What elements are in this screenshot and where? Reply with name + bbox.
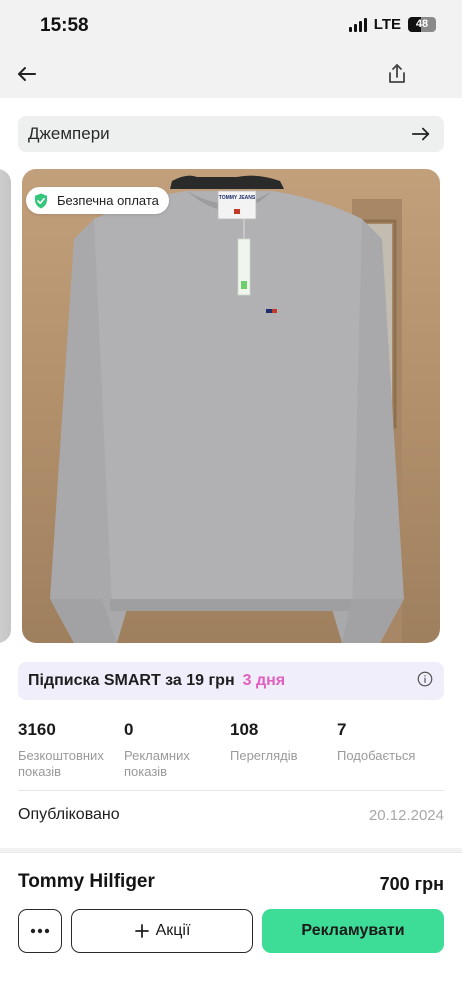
status-bar: 15:58 LTE 48	[0, 0, 462, 52]
safe-payment-label: Безпечна оплата	[57, 193, 159, 208]
photo-gallery[interactable]: TOMMY JEANS	[0, 169, 462, 644]
smart-subscription-days: 3 дня	[242, 672, 286, 689]
promotions-label: Акції	[155, 922, 191, 939]
more-horizontal-icon	[30, 928, 50, 934]
top-navigation	[0, 52, 462, 98]
advertise-button[interactable]: Рекламувати	[262, 909, 444, 953]
advertise-label: Рекламувати	[301, 922, 405, 939]
plus-icon	[134, 924, 149, 938]
info-icon	[417, 671, 433, 686]
battery-icon: 48	[408, 17, 436, 32]
stat-likes: 7 Подобається	[337, 720, 437, 764]
product-photo[interactable]: TOMMY JEANS	[22, 169, 440, 643]
brand-tag-text: TOMMY JEANS	[218, 195, 256, 201]
back-button[interactable]	[10, 57, 44, 91]
published-row: Опубліковано 20.12.2024	[18, 806, 444, 824]
sweater-image	[50, 175, 404, 643]
arrow-right-icon	[411, 127, 430, 141]
share-icon	[389, 64, 405, 83]
stat-free-impressions: 3160 Безкоштовних показів	[18, 720, 118, 780]
category-link[interactable]: Джемпери	[18, 116, 444, 152]
stat-label: Подобається	[337, 748, 416, 763]
info-button[interactable]	[416, 670, 434, 693]
product-title: Tommy Hilfiger	[18, 871, 155, 892]
status-indicators: LTE 48	[348, 16, 436, 33]
stat-value: 3160	[18, 720, 56, 739]
bottom-action-sheet: Tommy Hilfiger 700 грн Акції Рекламувати	[0, 852, 462, 999]
safe-payment-badge[interactable]: Безпечна оплата	[26, 187, 169, 214]
smart-subscription-banner[interactable]: Підписка SMART за 19 грн 3 дня	[18, 662, 444, 700]
stat-value: 0	[124, 720, 134, 739]
product-price: 700 грн	[379, 874, 444, 894]
category-label: Джемпери	[28, 124, 110, 143]
action-buttons: Акції Рекламувати	[18, 909, 444, 953]
stat-views: 108 Переглядів	[230, 720, 330, 764]
stat-paid-impressions: 0 Рекламних показів	[124, 720, 224, 780]
listing-stats: 3160 Безкоштовних показів 0 Рекламних по…	[18, 720, 444, 780]
battery-level: 48	[415, 18, 429, 30]
published-date: 20.12.2024	[368, 806, 444, 824]
stat-label: Рекламних показів	[124, 748, 190, 779]
status-time: 15:58	[40, 15, 89, 36]
promotions-button[interactable]: Акції	[71, 909, 253, 953]
divider	[18, 790, 444, 791]
stat-label: Переглядів	[230, 748, 298, 763]
arrow-left-icon	[18, 67, 36, 81]
stat-label: Безкоштовних показів	[18, 748, 104, 779]
listing-content: Джемпери TOMMY JEANS Безпечна оплата Під…	[0, 98, 462, 848]
signal-icon	[348, 17, 367, 32]
published-label: Опубліковано	[18, 806, 120, 823]
shield-check-icon	[35, 193, 47, 208]
stat-value: 7	[337, 720, 347, 739]
smart-subscription-text: Підписка SMART за 19 грн	[28, 672, 235, 689]
share-button[interactable]	[380, 57, 414, 91]
stat-value: 108	[230, 720, 259, 739]
previous-photo[interactable]	[0, 169, 11, 643]
network-label: LTE	[373, 16, 401, 33]
more-button[interactable]	[18, 909, 62, 953]
